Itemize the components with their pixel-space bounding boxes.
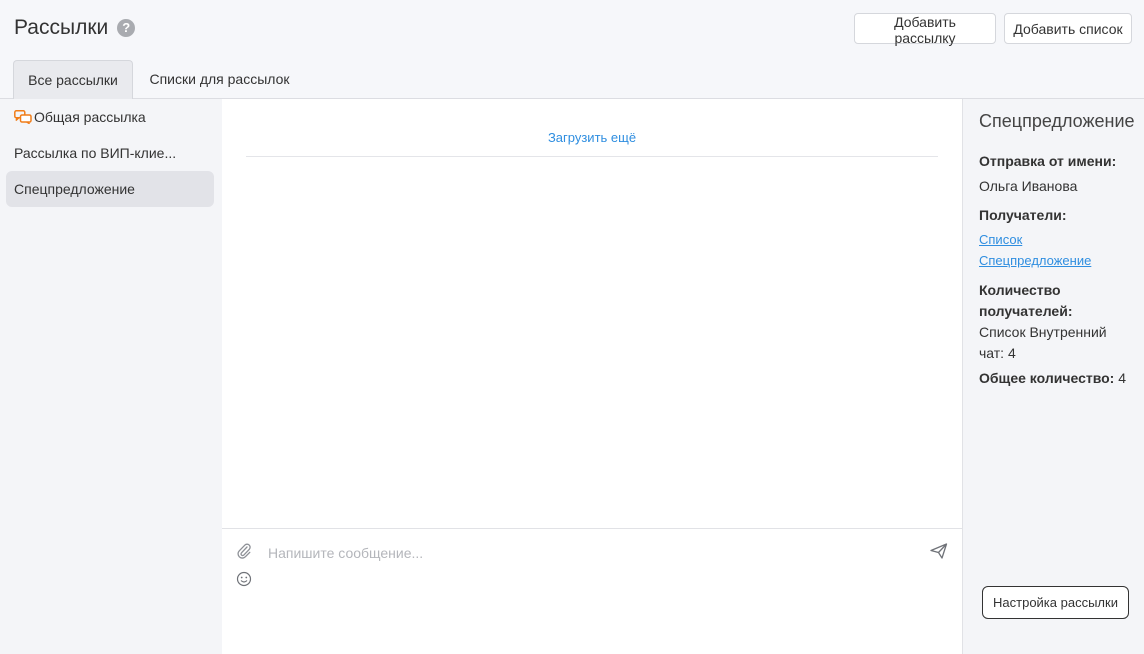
message-input[interactable] xyxy=(268,541,908,565)
sidebar-item-label: Спецпредложение xyxy=(14,181,135,197)
recipients-count-label-2: получателей: xyxy=(979,303,1073,319)
sidebar-item-general-mailing[interactable]: Общая рассылка xyxy=(6,99,214,135)
details-title: Спецпредложение xyxy=(979,111,1135,131)
sidebar-item-label: Общая рассылка xyxy=(34,109,146,125)
sidebar-item-label: Рассылка по ВИП-клие... xyxy=(14,145,177,161)
sender-value: Ольга Иванова xyxy=(979,178,1078,194)
question-circle-icon[interactable]: ? xyxy=(117,19,136,37)
recipients-count-label: Количество xyxy=(979,282,1061,298)
total-count-label: Общее количество: xyxy=(979,370,1115,386)
divider xyxy=(246,156,938,157)
smile-icon[interactable] xyxy=(236,571,252,587)
message-composer xyxy=(222,528,962,654)
recipients-count-value: Список Внутренний xyxy=(979,324,1107,340)
mailing-sidebar: Общая рассылка Рассылка по ВИП-клие... С… xyxy=(0,99,222,654)
tab-all-mailings[interactable]: Все рассылки xyxy=(13,60,133,99)
add-mailing-button[interactable]: Добавить рассылку xyxy=(854,13,996,46)
sender-label: Отправка от имени: xyxy=(979,153,1117,169)
add-list-button[interactable]: Добавить список xyxy=(1004,13,1132,44)
page-title-wrap: Рассылки ? xyxy=(14,16,136,40)
recipients-count-value-2: чат: 4 xyxy=(979,345,1016,361)
mailing-settings-button[interactable]: Настройка рассылки xyxy=(982,586,1129,619)
recipient-link-special-offer[interactable]: Спецпредложение xyxy=(979,253,1091,268)
recipients-label: Получатели: xyxy=(979,207,1067,223)
chat-bubbles-icon xyxy=(14,110,32,124)
paperclip-icon[interactable] xyxy=(236,543,252,559)
load-more-link[interactable]: Загрузить ещё xyxy=(222,130,962,145)
send-icon[interactable] xyxy=(930,543,948,559)
header: Рассылки ? Добавить рассылку Добавить сп… xyxy=(0,0,1144,99)
sidebar-item-special-offer[interactable]: Спецпредложение xyxy=(6,171,214,207)
page-title: Рассылки xyxy=(14,16,109,39)
total-count-value: 4 xyxy=(1118,370,1127,386)
mailing-details-panel: Спецпредложение Отправка от имени: Ольга… xyxy=(962,99,1144,654)
tab-mailing-lists[interactable]: Списки для рассылок xyxy=(142,60,297,99)
total-count-row: Общее количество: 4 xyxy=(979,368,1126,389)
message-area: Загрузить ещё xyxy=(222,99,962,529)
recipient-link-list[interactable]: Список xyxy=(979,232,1022,247)
sidebar-item-vip-mailing[interactable]: Рассылка по ВИП-клие... xyxy=(6,135,214,171)
